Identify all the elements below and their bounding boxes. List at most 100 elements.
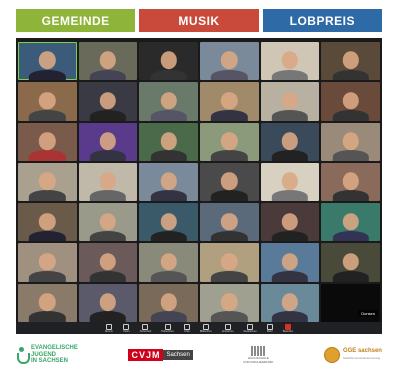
participant-video-tile[interactable] bbox=[78, 122, 138, 161]
participant-body bbox=[29, 69, 66, 81]
participant-video-tile[interactable] bbox=[200, 82, 259, 121]
participant-face bbox=[160, 172, 177, 191]
participant-video-tile[interactable] bbox=[260, 82, 320, 121]
participant-face bbox=[99, 172, 117, 191]
participant-video-tile[interactable] bbox=[78, 243, 138, 282]
toolbar-label: Sicherheit bbox=[139, 329, 152, 333]
participant-video-tile[interactable] bbox=[321, 42, 380, 81]
participant-video-tile[interactable] bbox=[321, 162, 380, 202]
participant-video-tile[interactable] bbox=[139, 162, 198, 202]
participant-body bbox=[89, 150, 127, 161]
participant-video-tile[interactable] bbox=[78, 203, 138, 242]
participant-video-tile[interactable] bbox=[321, 122, 380, 161]
gge-sachsen-logo: GGE sachsen Geistliche Gemeinde-Erneueru… bbox=[323, 347, 382, 363]
participant-video-tile[interactable] bbox=[18, 283, 77, 322]
participant-video-tile[interactable] bbox=[260, 203, 320, 242]
participant-body bbox=[332, 190, 369, 202]
participant-video-tile[interactable] bbox=[260, 243, 320, 282]
toolbar-button-record[interactable]: Aufnahme bbox=[222, 323, 234, 333]
participant-video-tile[interactable] bbox=[78, 162, 138, 202]
participant-body bbox=[29, 311, 66, 322]
toolbar-button-share[interactable]: Bildschirm bbox=[200, 323, 212, 333]
participant-video-tile[interactable] bbox=[18, 82, 77, 121]
toolbar-button-shield[interactable]: Sicherheit bbox=[139, 323, 152, 333]
organ-pipes-icon bbox=[251, 346, 266, 356]
participant-video-tile[interactable] bbox=[260, 42, 320, 81]
evangelische-jugend-logo: EVANGELISCHE JUGEND IN SACHSEN bbox=[16, 345, 78, 365]
participant-face bbox=[160, 293, 177, 311]
participant-video-tile[interactable] bbox=[18, 42, 77, 81]
participant-video-tile[interactable] bbox=[18, 203, 77, 242]
participant-face bbox=[342, 172, 359, 191]
participant-body bbox=[150, 190, 187, 202]
participant-face bbox=[342, 51, 359, 70]
participant-video-tile[interactable] bbox=[18, 162, 77, 202]
participant-video-tile[interactable] bbox=[200, 122, 259, 161]
sponsor-logos: EVANGELISCHE JUGEND IN SACHSEN CVJM Sach… bbox=[16, 340, 382, 370]
participant-video-tile[interactable] bbox=[200, 283, 259, 322]
cvjm-region: Sachsen bbox=[163, 350, 193, 360]
participant-video-tile[interactable] bbox=[139, 283, 198, 322]
participant-video-tile[interactable] bbox=[200, 203, 259, 242]
participant-body bbox=[29, 190, 66, 202]
participant-video-tile[interactable] bbox=[139, 42, 198, 81]
participant-video-tile[interactable] bbox=[321, 243, 380, 282]
participant-face bbox=[160, 132, 177, 150]
participant-body bbox=[89, 311, 127, 322]
participant-body bbox=[332, 270, 369, 282]
active-speaker-label: Donsen bbox=[358, 310, 378, 317]
participant-video-tile[interactable] bbox=[139, 122, 198, 161]
participant-face bbox=[281, 132, 299, 150]
participant-video-tile[interactable] bbox=[139, 82, 198, 121]
participant-video-tile[interactable] bbox=[200, 162, 259, 202]
participant-face bbox=[99, 91, 117, 110]
participant-video-tile[interactable] bbox=[200, 42, 259, 81]
participant-face bbox=[39, 252, 56, 271]
participant-face bbox=[39, 172, 56, 191]
participant-face bbox=[342, 132, 359, 150]
participant-video-tile[interactable] bbox=[139, 243, 198, 282]
participant-body bbox=[211, 69, 248, 81]
participant-body bbox=[271, 150, 309, 161]
participant-video-tile[interactable] bbox=[260, 122, 320, 161]
toolbar-button-end-call[interactable]: Beenden bbox=[283, 323, 293, 333]
participant-body bbox=[271, 69, 309, 81]
toolbar-button-people[interactable]: Teilnehmer bbox=[161, 323, 174, 333]
gge-badge-icon bbox=[323, 347, 340, 363]
participant-video-tile[interactable] bbox=[260, 162, 320, 202]
participant-face bbox=[221, 252, 238, 271]
banner-musik: MUSIK bbox=[139, 9, 259, 32]
toolbar-label: Teilnehmer bbox=[161, 329, 174, 333]
ej-emblem-icon bbox=[16, 347, 30, 364]
toolbar-button-more[interactable]: Mehr bbox=[266, 323, 273, 333]
participant-body bbox=[89, 270, 127, 282]
gge-wordmark: GGE sachsen bbox=[342, 348, 382, 354]
participant-video-tile[interactable] bbox=[78, 82, 138, 121]
participant-video-tile[interactable] bbox=[200, 243, 259, 282]
participant-body bbox=[271, 230, 309, 242]
toolbar-button-reaction[interactable]: Reaktionen bbox=[244, 323, 257, 333]
participant-face bbox=[160, 212, 177, 231]
participant-face bbox=[99, 212, 117, 231]
participant-video-tile[interactable] bbox=[139, 203, 198, 242]
toolbar-button-camera[interactable]: Video bbox=[123, 323, 130, 333]
participant-body bbox=[211, 311, 248, 322]
participant-video-tile[interactable] bbox=[18, 243, 77, 282]
participant-body bbox=[150, 69, 187, 81]
participant-video-tile[interactable] bbox=[78, 283, 138, 322]
participant-body bbox=[271, 190, 309, 202]
participant-video-tile[interactable] bbox=[78, 42, 138, 81]
participant-face bbox=[99, 293, 117, 311]
participant-body bbox=[271, 109, 309, 121]
participant-video-tile[interactable] bbox=[18, 122, 77, 161]
participant-video-tile[interactable] bbox=[321, 203, 380, 242]
participant-body bbox=[150, 230, 187, 242]
participant-video-tile[interactable] bbox=[321, 82, 380, 121]
participant-video-tile[interactable] bbox=[260, 283, 320, 322]
participant-body bbox=[150, 311, 187, 322]
banner-gemeinde: GEMEINDE bbox=[16, 9, 136, 32]
participant-body bbox=[89, 69, 127, 81]
toolbar-button-mic[interactable]: Stumm bbox=[105, 323, 113, 333]
toolbar-label: Video bbox=[123, 329, 130, 333]
toolbar-button-chat[interactable]: Chat bbox=[183, 323, 190, 333]
